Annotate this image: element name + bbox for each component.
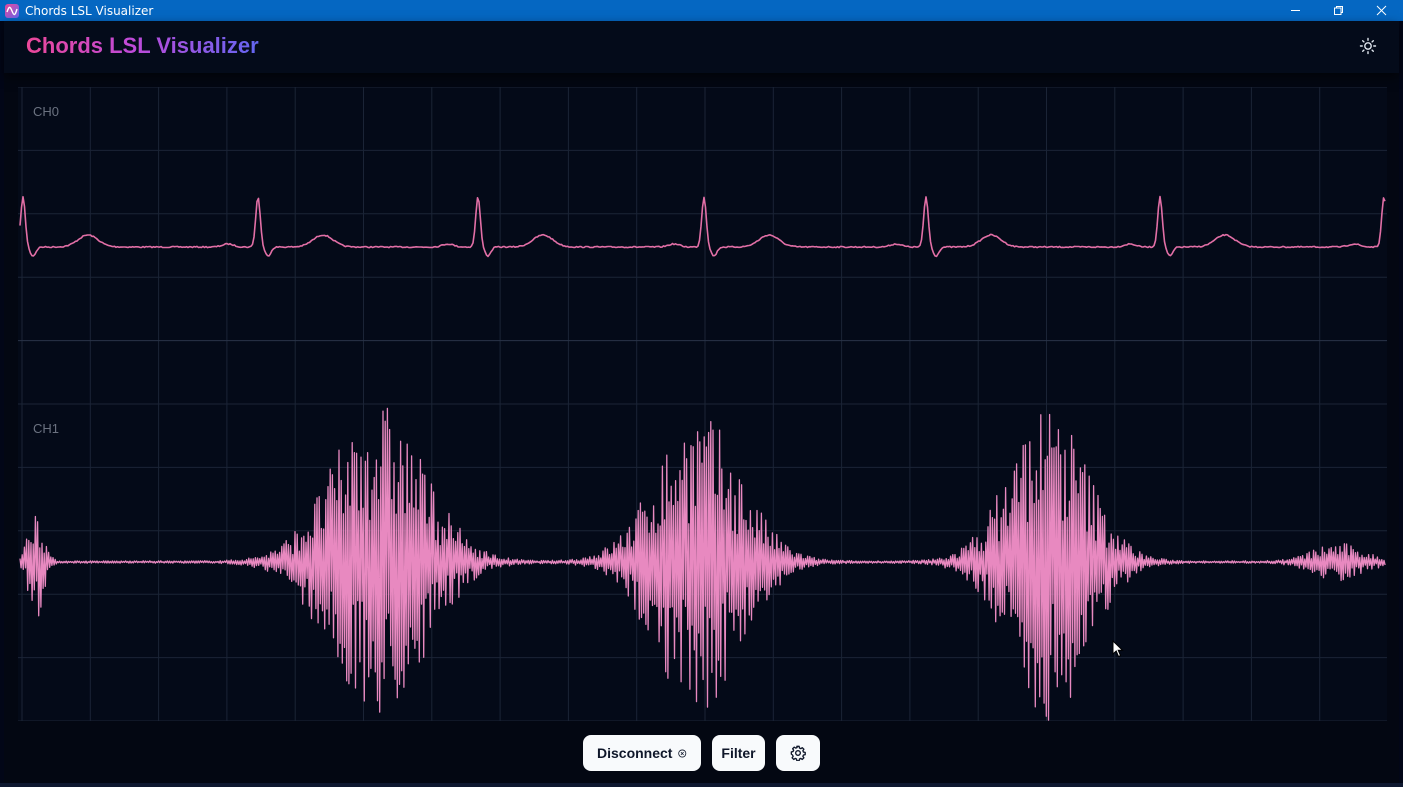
close-button[interactable] [1360,0,1403,21]
minimize-button[interactable] [1274,0,1317,21]
filter-label: Filter [721,745,756,761]
theme-toggle-button[interactable] [1359,37,1377,55]
ch0-waveform [19,195,1386,258]
signal-plot [18,86,1387,722]
restore-icon [1334,6,1343,15]
sun-icon [1359,37,1377,55]
app-header: Chords LSL Visualizer [4,21,1399,73]
minimize-icon [1291,10,1300,11]
mouse-cursor-icon [1112,640,1124,658]
close-circle-icon [678,749,687,757]
control-bar: Disconnect Filter [4,735,1399,771]
disconnect-button[interactable]: Disconnect [583,735,701,771]
ch1-label: CH1 [33,421,60,436]
restore-button[interactable] [1317,0,1360,21]
gear-icon [790,745,806,761]
window-titlebar: Chords LSL Visualizer [0,0,1403,21]
settings-button[interactable] [776,735,820,771]
disconnect-label: Disconnect [597,745,673,761]
window-border [0,783,1403,787]
close-icon [1376,5,1387,16]
app-title: Chords LSL Visualizer [26,33,259,58]
app-window: Chords LSL Visualizer CH0 CH1 Disconnect [4,21,1399,783]
waveform-icon [5,3,19,18]
window-controls [1274,0,1403,21]
filter-button[interactable]: Filter [712,735,765,771]
ch1-waveform [19,407,1386,721]
signal-plot-area: CH0 CH1 [18,86,1387,722]
ch0-label: CH0 [33,104,60,119]
window-title: Chords LSL Visualizer [25,3,154,18]
